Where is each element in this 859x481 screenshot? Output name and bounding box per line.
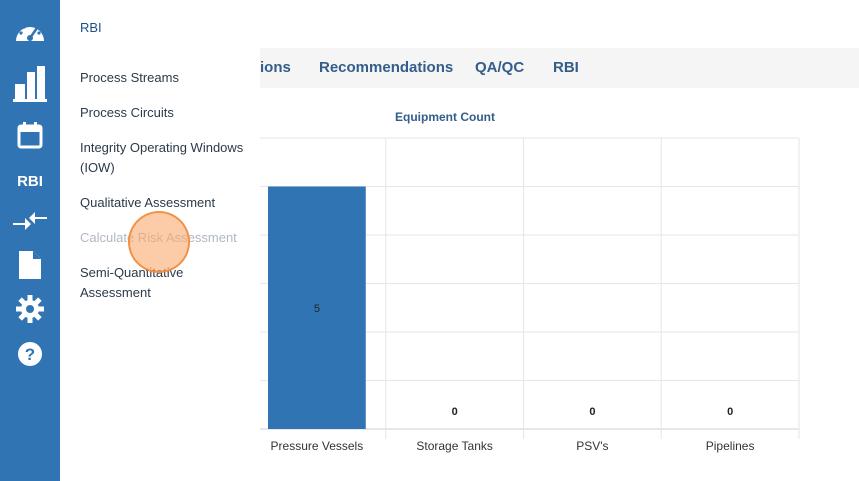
sidebar-rbi-label: RBI: [17, 172, 43, 190]
data-label-1: 0: [452, 406, 458, 418]
tab-qa-qc[interactable]: QA/QC: [475, 59, 524, 76]
document-icon[interactable]: [0, 250, 60, 280]
sidebar: RBI ?: [0, 0, 60, 481]
data-label-2: 0: [589, 406, 595, 418]
equipment-count-chart: 5 Pressure Vessels 0 Storage Tanks 0 PSV's 0 Pi…: [260, 137, 800, 453]
click-indicator: [128, 211, 190, 273]
help-icon[interactable]: ?: [0, 340, 60, 368]
menu-item-qualitative-assessment[interactable]: Qualitative Assessment: [80, 193, 250, 213]
compress-arrows-icon[interactable]: [0, 206, 60, 236]
sidebar-item-rbi[interactable]: RBI: [0, 170, 60, 192]
calendar-icon[interactable]: [0, 120, 60, 150]
x-tick-label-3: Pipelines: [706, 439, 755, 453]
dashboard-gauge-icon[interactable]: [0, 14, 60, 50]
x-tick-label-2: PSV's: [576, 439, 608, 453]
data-label-3: 0: [727, 406, 733, 418]
tab-recommendations[interactable]: Recommendations: [319, 59, 453, 76]
top-nav-bar: ions Recommendations QA/QC RBI: [260, 48, 859, 88]
svg-text:?: ?: [25, 345, 35, 364]
menu-item-process-streams[interactable]: Process Streams: [80, 68, 250, 88]
menu-item-process-circuits[interactable]: Process Circuits: [80, 103, 250, 123]
plant-facility-icon[interactable]: [0, 62, 60, 104]
data-label-0: 5: [314, 303, 320, 315]
x-tick-label-1: Storage Tanks: [416, 439, 493, 453]
gear-icon[interactable]: [0, 294, 60, 324]
flyout-title: RBI: [80, 20, 102, 35]
menu-item-iow[interactable]: Integrity Operating Windows (IOW): [80, 138, 250, 178]
x-tick-label-0: Pressure Vessels: [271, 439, 364, 453]
chart-title: Equipment Count: [395, 110, 495, 124]
tab-partial[interactable]: ions: [260, 59, 291, 76]
tab-rbi[interactable]: RBI: [553, 59, 579, 76]
